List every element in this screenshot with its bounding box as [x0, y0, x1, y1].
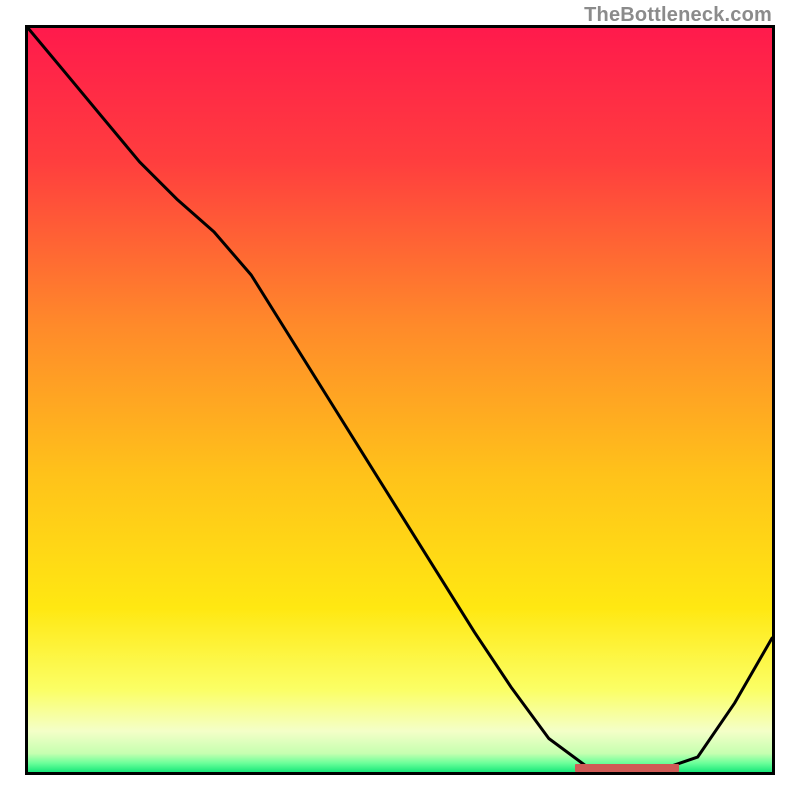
- optimal-range-marker: [575, 764, 679, 772]
- watermark-text: TheBottleneck.com: [584, 4, 772, 27]
- chart-plot-area: [25, 25, 775, 775]
- chart-line-series: [28, 28, 772, 772]
